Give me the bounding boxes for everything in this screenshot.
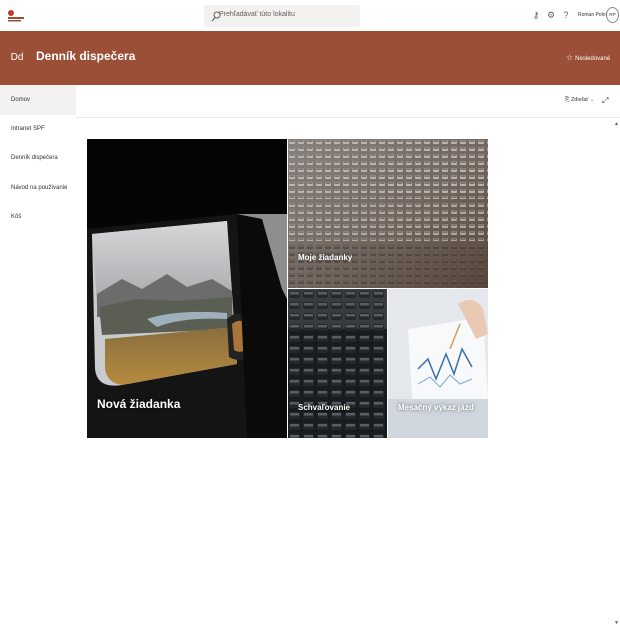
nav-item-user-guide[interactable]: Návod na používanie	[0, 173, 76, 203]
hero-tile-monthly-report[interactable]: Mesačný výkaz jázd	[388, 289, 488, 438]
search-placeholder: Prehľadávať túto lokalitu	[219, 11, 295, 18]
hero-image-traffic	[288, 289, 387, 438]
command-bar	[76, 85, 620, 118]
hero-tile-label: Schvaľovanie	[298, 403, 350, 412]
user-name[interactable]: Roman Polník	[578, 12, 609, 18]
hero-tile-label: Nová žiadanka	[97, 397, 181, 411]
gear-icon[interactable]: ⚙	[545, 9, 557, 21]
hero-image-car-window	[87, 139, 287, 438]
expand-icon[interactable]: ⤢	[602, 96, 612, 106]
share-icon: ⎘	[565, 97, 570, 103]
help-icon[interactable]: ?	[560, 9, 572, 21]
hero-tile-approval[interactable]: Schvaľovanie	[288, 289, 387, 438]
hero-tile-label: Moje žiadanky	[298, 253, 353, 262]
hero-image-report	[388, 289, 488, 438]
site-title[interactable]: Denník dispečera	[36, 49, 135, 63]
nav-item-dispatcher-log[interactable]: Denník dispečera	[0, 143, 76, 173]
hero-tile-my-requests[interactable]: Moje žiadanky	[288, 139, 488, 288]
site-header: Dd Denník dispečera ☆ Nesledované	[0, 31, 620, 85]
follow-button[interactable]: ☆ Nesledované	[566, 53, 610, 62]
follow-label: Nesledované	[575, 56, 611, 62]
share-button[interactable]: ⎘ Zdieľať ⌄	[565, 97, 595, 104]
nav-item-intranet[interactable]: Intranet SPF	[0, 114, 76, 144]
suite-bar: Prehľadávať túto lokalitu ⚷ ⚙ ? Roman Po…	[0, 0, 620, 31]
hero-image-parking-lot	[288, 139, 488, 288]
nav-item-home[interactable]: Domov	[0, 85, 76, 115]
site-logo[interactable]: Dd	[7, 43, 27, 73]
search-box[interactable]: Prehľadávať túto lokalitu	[204, 5, 360, 27]
hero-tile-label: Mesačný výkaz jázd	[398, 403, 474, 412]
avatar[interactable]: RP	[606, 7, 619, 23]
organization-logo[interactable]	[5, 5, 25, 25]
key-icon[interactable]: ⚷	[530, 9, 542, 21]
nav-item-recycle-bin[interactable]: Kôš	[0, 202, 76, 232]
left-nav: Domov Intranet SPF Denník dispečera Návo…	[0, 85, 76, 629]
share-label: Zdieľať	[570, 97, 589, 103]
chevron-down-icon: ⌄	[589, 97, 595, 103]
scroll-up-arrow[interactable]: ▲	[614, 121, 619, 127]
hero-tile-new-request[interactable]: Nová žiadanka	[87, 139, 287, 438]
star-icon: ☆	[566, 53, 574, 62]
scroll-down-arrow[interactable]: ▼	[614, 620, 619, 626]
